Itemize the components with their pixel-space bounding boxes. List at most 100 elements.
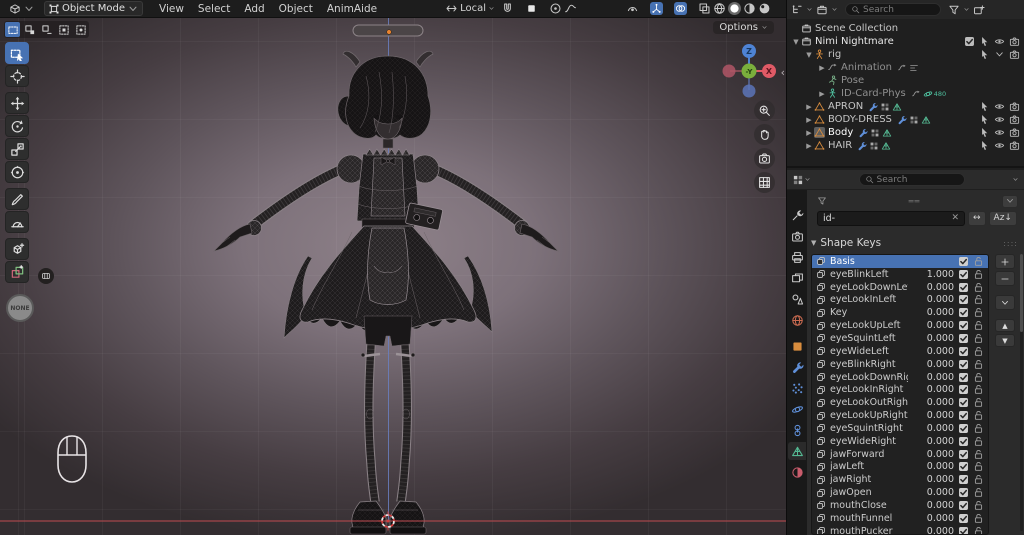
modifier-wrench-tab-button[interactable] (788, 358, 806, 376)
shape-key-value[interactable]: 0.000 (912, 384, 954, 395)
shape-key-value[interactable]: 0.000 (912, 282, 954, 293)
check-icon[interactable] (958, 282, 969, 293)
shape-keys-panel-header[interactable]: ▼ Shape Keys :::: (811, 236, 1018, 250)
check-icon[interactable] (958, 359, 969, 370)
lock-open-icon[interactable] (973, 372, 984, 383)
menu-view[interactable]: View (153, 2, 190, 16)
camera-icon[interactable] (1009, 49, 1020, 60)
shape-key-row[interactable]: eyeLookInRight0.000 (812, 383, 988, 396)
shape-key-row[interactable]: Key0.000 (812, 306, 988, 319)
filter-icon[interactable] (948, 4, 960, 16)
new-collection-icon[interactable] (973, 4, 985, 16)
move-shape-key-down-button[interactable]: ▼ (995, 334, 1015, 347)
viewlayer-tab-button[interactable] (788, 269, 806, 287)
disclosure-arrow[interactable]: ▶ (804, 116, 814, 124)
name-filter-field[interactable]: ✕ (817, 211, 965, 226)
check-icon[interactable] (958, 500, 969, 511)
menu-animaide[interactable]: AnimAide (321, 2, 383, 16)
disclosure-arrow[interactable]: ▼ (791, 38, 801, 46)
shape-key-value[interactable]: 0.000 (912, 500, 954, 511)
disclosure-arrow[interactable]: ▶ (817, 64, 827, 72)
shape-key-value[interactable]: 1.000 (912, 269, 954, 280)
lock-open-icon[interactable] (973, 359, 984, 370)
object-tab-button[interactable] (788, 337, 806, 355)
outliner-row-body[interactable]: ▶Body (787, 126, 1024, 139)
eye-icon[interactable] (994, 36, 1005, 47)
xray-icon[interactable] (698, 2, 711, 15)
transform-orientation-select[interactable]: Local (445, 2, 495, 15)
shape-key-row[interactable]: mouthClose0.000 (812, 499, 988, 512)
disclosure-arrow[interactable]: ▶ (817, 90, 827, 98)
add-shape-key-button[interactable] (995, 254, 1015, 269)
check-icon[interactable] (958, 526, 969, 535)
shape-key-row[interactable]: eyeWideRight0.000 (812, 435, 988, 448)
shape-key-row[interactable]: eyeLookUpLeft0.000 (812, 319, 988, 332)
material-icon[interactable] (743, 2, 756, 15)
lock-open-icon[interactable] (973, 307, 984, 318)
check-icon[interactable] (958, 384, 969, 395)
check-icon[interactable] (958, 333, 969, 344)
shape-key-row[interactable]: mouthFunnel0.000 (812, 512, 988, 525)
data-tab-button[interactable] (788, 442, 806, 460)
shape-key-row[interactable]: jawRight0.000 (812, 473, 988, 486)
lock-open-icon[interactable] (973, 474, 984, 485)
shape-key-value[interactable]: 0.000 (912, 410, 954, 421)
lock-open-icon[interactable] (973, 282, 984, 293)
shape-key-value[interactable]: 0.000 (912, 359, 954, 370)
remove-shape-key-button[interactable] (995, 271, 1015, 286)
outliner-editor-icon[interactable] (791, 4, 803, 16)
check-icon[interactable] (964, 36, 975, 47)
eye-icon[interactable] (994, 114, 1005, 125)
check-icon[interactable] (958, 294, 969, 305)
tool-tab-button[interactable] (788, 206, 806, 224)
lock-open-icon[interactable] (973, 423, 984, 434)
outliner-row-id-card-phys[interactable]: ▶ID-Card-Phys480 (787, 87, 1024, 100)
shape-key-row[interactable]: eyeLookDownRight0.000 (812, 371, 988, 384)
render-tab-button[interactable] (788, 227, 806, 245)
check-icon[interactable] (958, 397, 969, 408)
check-icon[interactable] (958, 513, 969, 524)
lock-open-icon[interactable] (973, 461, 984, 472)
lock-open-icon[interactable] (973, 320, 984, 331)
shape-key-row[interactable]: eyeSquintRight0.000 (812, 422, 988, 435)
shape-key-value[interactable]: 0.000 (912, 346, 954, 357)
shape-key-row[interactable]: jawForward0.000 (812, 448, 988, 461)
check-icon[interactable] (958, 269, 969, 280)
disclosure-arrow[interactable]: ▼ (804, 51, 814, 59)
falloff-icon[interactable] (564, 2, 577, 15)
viewport-3d[interactable]: NONE Options ‹ Z X -Y (0, 18, 786, 535)
outliner-search[interactable] (845, 3, 941, 16)
outliner-search-input[interactable] (863, 5, 935, 15)
editor-type-button[interactable] (6, 2, 38, 16)
disclosure-arrow[interactable]: ▶ (804, 103, 814, 111)
camera-icon[interactable] (1009, 36, 1020, 47)
panel-menu-button[interactable] (1002, 195, 1018, 208)
check-icon[interactable] (958, 461, 969, 472)
shape-key-row[interactable]: eyeBlinkLeft1.000 (812, 268, 988, 281)
lock-open-icon[interactable] (973, 346, 984, 357)
camera-icon[interactable] (1009, 140, 1020, 151)
properties-editor-icon[interactable] (792, 174, 804, 186)
shape-key-value[interactable]: 0.000 (912, 423, 954, 434)
mode-select[interactable]: Object Mode (44, 1, 143, 16)
outliner-row-scene-collection[interactable]: Scene Collection (787, 22, 1024, 35)
check-icon[interactable] (958, 474, 969, 485)
check-icon[interactable] (958, 423, 969, 434)
shape-key-specials-button[interactable] (995, 295, 1015, 310)
shape-key-row[interactable]: jawLeft0.000 (812, 461, 988, 474)
scene-tab-button[interactable] (788, 290, 806, 308)
material-tab-button[interactable] (788, 463, 806, 481)
particles-tab-button[interactable] (788, 379, 806, 397)
menu-add[interactable]: Add (238, 2, 270, 16)
check-icon[interactable] (958, 410, 969, 421)
check-icon[interactable] (958, 256, 969, 267)
lock-open-icon[interactable] (973, 256, 984, 267)
constraints-tab-button[interactable] (788, 421, 806, 439)
drag-handle[interactable]: ══ (827, 197, 1002, 206)
physics-tab-button[interactable] (788, 400, 806, 418)
scrollbar[interactable] (1020, 254, 1023, 531)
shape-key-row[interactable]: eyeSquintLeft0.000 (812, 332, 988, 345)
shape-key-value[interactable]: 0.000 (912, 436, 954, 447)
world-tab-button[interactable] (788, 311, 806, 329)
shape-key-value[interactable]: 0.000 (912, 526, 954, 535)
